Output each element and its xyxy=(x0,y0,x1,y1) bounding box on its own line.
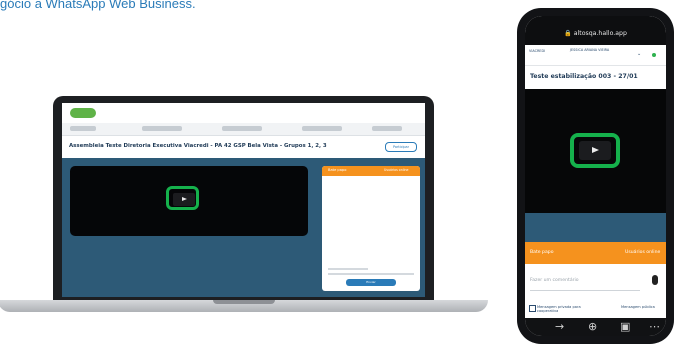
bottom-nav: → ⊕ ▣ ⋯ xyxy=(525,318,666,336)
chat-panel: Bate papo Usuários online Enviar xyxy=(322,166,420,291)
plus-icon[interactable]: ⊕ xyxy=(588,320,597,333)
chat-title: Bate papo xyxy=(530,250,554,255)
tab[interactable] xyxy=(70,126,96,131)
private-message-option[interactable]: Mensagem privada para cooperativa xyxy=(529,305,590,314)
tab[interactable] xyxy=(372,126,402,131)
chat-header: Bate papo Usuários online xyxy=(525,242,666,264)
chat-header: Bate papo Usuários online xyxy=(322,166,420,176)
highlight-ring xyxy=(570,133,620,168)
option-label: Mensagem pública xyxy=(621,305,655,309)
tab[interactable] xyxy=(302,126,342,131)
back-icon[interactable]: → xyxy=(555,320,564,333)
content-area xyxy=(525,213,666,242)
comment-placeholder: Fazer um comentário xyxy=(530,278,579,283)
phone-screen: 🔒 altosqa.hallo.app VIACREDI JESSICA ARI… xyxy=(525,16,666,336)
tabs-icon[interactable]: ▣ xyxy=(620,320,630,333)
chat-options[interactable] xyxy=(328,273,414,275)
top-caption: gócio a WhatsApp Web Business. xyxy=(0,0,196,11)
chat-subtitle: Usuários online xyxy=(625,250,661,255)
menu-icon[interactable]: ⋯ xyxy=(649,320,660,333)
video-player[interactable] xyxy=(70,166,308,236)
status-bar: VIACREDI JESSICA ARIANA VIEIRA ⌄ xyxy=(525,45,666,66)
option-label: Mensagem privada para cooperativa xyxy=(537,305,581,314)
laptop-topbar xyxy=(62,103,425,124)
checkbox[interactable] xyxy=(529,305,536,312)
highlight-ring xyxy=(166,186,199,210)
laptop-screen: Assembleia Teste Diretoria Executiva Via… xyxy=(62,103,425,297)
status-right: JESSICA ARIANA VIEIRA xyxy=(570,48,610,52)
lock-icon: 🔒 xyxy=(564,30,572,37)
public-message-option[interactable]: Mensagem pública xyxy=(621,305,663,309)
chat-title: Bate papo xyxy=(328,168,347,172)
event-title: Teste estabilização 003 - 27/01 xyxy=(530,73,638,80)
url-text: 🔒 altosqa.hallo.app xyxy=(525,29,666,37)
url-label: altosqa.hallo.app xyxy=(573,30,627,37)
chat-input[interactable] xyxy=(328,268,368,270)
tab[interactable] xyxy=(142,126,182,131)
chevron-down-icon[interactable]: ⌄ xyxy=(637,51,641,57)
tab[interactable] xyxy=(222,126,262,131)
url-bar[interactable]: 🔒 altosqa.hallo.app xyxy=(525,16,666,45)
online-dot xyxy=(652,53,656,57)
laptop-tabbar xyxy=(62,123,425,136)
header-button[interactable]: Participar xyxy=(385,142,417,152)
status-left: VIACREDI xyxy=(529,49,546,53)
comment-input[interactable]: Fazer um comentário xyxy=(530,274,640,291)
laptop-notch xyxy=(213,300,275,304)
chat-subtitle: Usuários online xyxy=(384,168,409,172)
send-button[interactable]: Enviar xyxy=(346,279,396,286)
meeting-title: Assembleia Teste Diretoria Executiva Via… xyxy=(69,143,327,149)
video-player[interactable] xyxy=(525,89,666,213)
mic-icon[interactable] xyxy=(652,275,658,285)
logo xyxy=(70,108,96,118)
